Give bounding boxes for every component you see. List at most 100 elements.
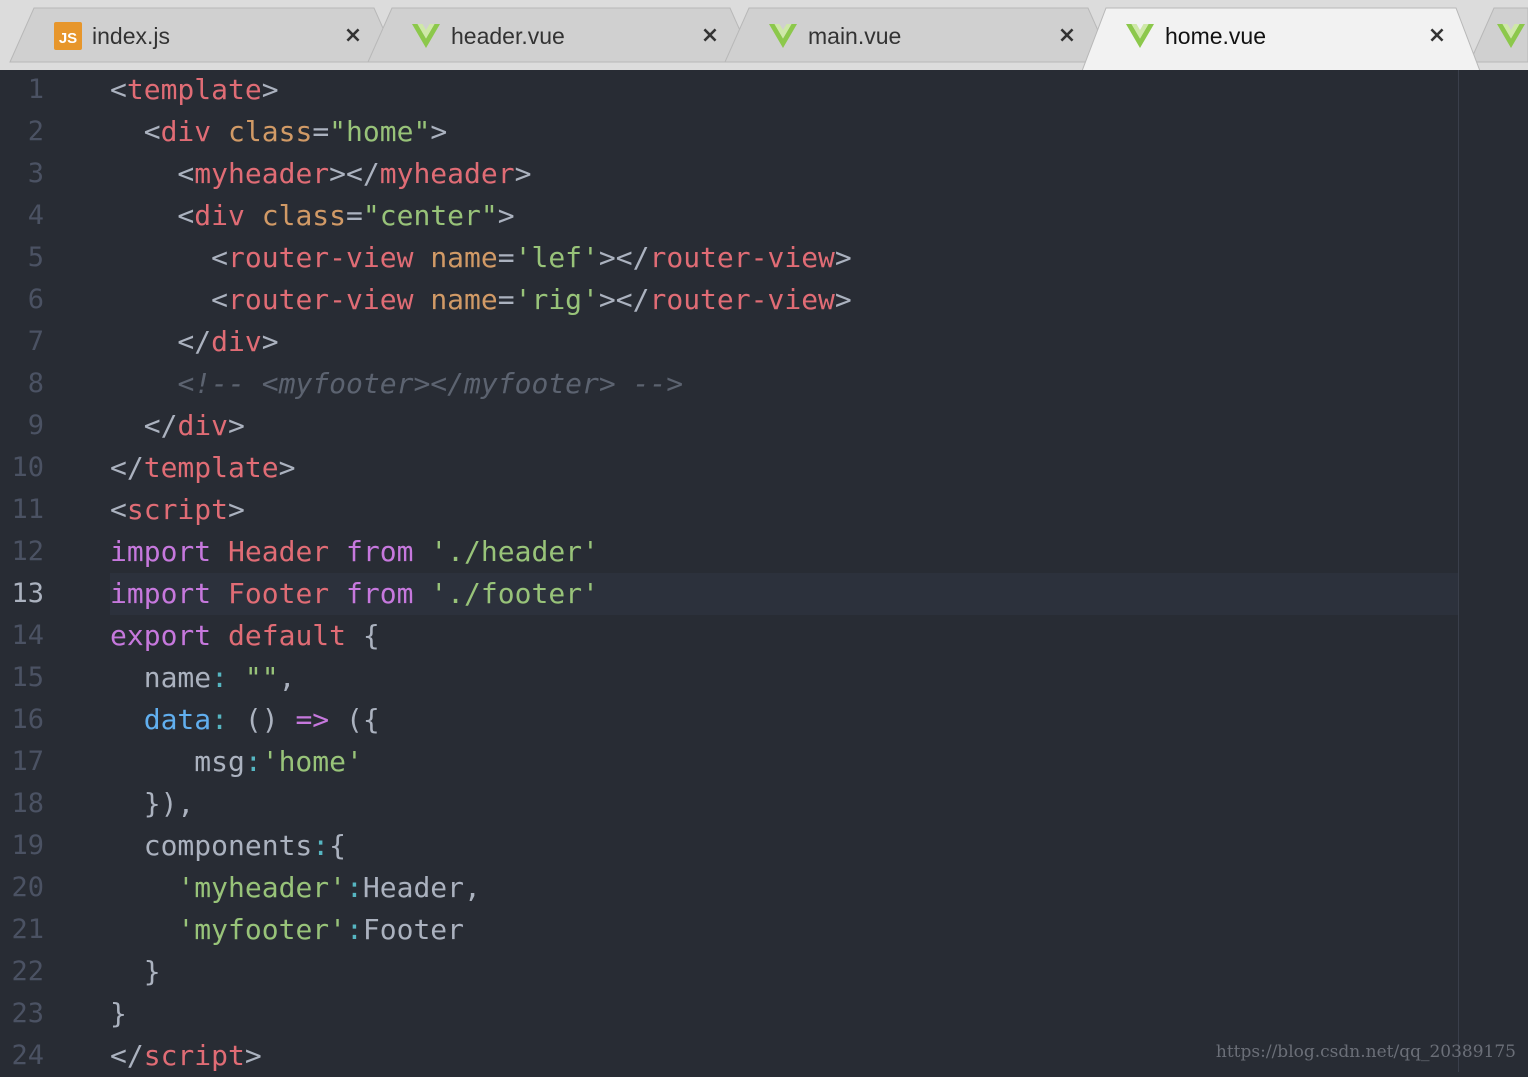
line-number: 9 [27, 410, 44, 441]
code-token: > [261, 325, 279, 358]
code-line[interactable]: <myheader></myheader> [110, 153, 531, 195]
line-number: 15 [11, 662, 44, 693]
close-icon[interactable]: × [1054, 22, 1080, 48]
code-token: </ [110, 451, 144, 484]
tab-main-vue[interactable]: main.vue [768, 18, 901, 54]
code-line[interactable]: name: "", [110, 657, 296, 699]
code-token: Header, [362, 871, 481, 904]
code-token: > [834, 283, 852, 316]
code-line[interactable]: <script> [110, 489, 245, 531]
code-token: msg [110, 745, 245, 778]
code-line[interactable]: <router-view name='lef'></router-view> [110, 237, 852, 279]
code-token: div [160, 115, 212, 148]
code-token: = [346, 199, 363, 232]
code-line[interactable]: 'myfooter':Footer [110, 909, 464, 951]
line-number: 13 [11, 578, 44, 609]
tab-home-vue[interactable]: home.vue [1125, 18, 1266, 54]
js-file-icon: JS [54, 22, 82, 50]
code-line[interactable]: import Header from './header' [110, 531, 599, 573]
tab-overflow[interactable] [1496, 18, 1528, 54]
code-token: myheader [194, 157, 330, 190]
code-token: "" [244, 661, 279, 694]
code-line[interactable]: msg:'home' [110, 741, 363, 783]
close-icon[interactable]: × [340, 22, 366, 48]
code-token: 'lef' [514, 241, 599, 274]
close-icon[interactable]: × [697, 22, 723, 48]
code-token: > [261, 73, 279, 106]
code-line[interactable]: export default { [110, 615, 380, 657]
code-token: Header [228, 535, 330, 568]
code-token: script [126, 493, 229, 526]
close-icon[interactable]: × [1424, 22, 1450, 48]
code-token: div [177, 409, 229, 442]
code-token: > [244, 1039, 262, 1072]
code-token: class [228, 115, 313, 148]
code-token: ({ [329, 703, 380, 736]
tab-label: main.vue [808, 22, 902, 49]
vue-file-icon [769, 24, 797, 48]
vue-file-icon [1497, 24, 1525, 48]
code-line[interactable]: 'myheader':Header, [110, 867, 481, 909]
code-token: < [110, 493, 127, 526]
code-line[interactable]: } [110, 993, 127, 1035]
line-number: 11 [11, 494, 44, 525]
code-token: name [430, 283, 498, 316]
tab-label: header.vue [451, 22, 565, 49]
code-token: > [228, 493, 245, 526]
code-token: ></ [598, 283, 650, 316]
code-token: ></ [598, 241, 650, 274]
code-line[interactable]: }), [110, 783, 195, 825]
code-token: > [278, 451, 296, 484]
code-token: Footer [228, 577, 330, 610]
code-token: 'home' [261, 745, 363, 778]
code-line[interactable]: components:{ [110, 825, 346, 867]
code-token: div [211, 325, 262, 358]
code-editor[interactable]: 1 2 3 4 5 6 7 8 9 10 11 12 13 14 15 16 17 18 19 20 21 22 23 24 … [0, 70, 1528, 1072]
code-token: => [295, 703, 330, 736]
code-line[interactable]: <div class="home"> [110, 111, 447, 153]
code-token: router-view [228, 283, 414, 316]
code-line[interactable]: import Footer from './footer' [110, 573, 599, 615]
code-token: from [346, 577, 414, 610]
code-token: < [110, 157, 195, 190]
code-line[interactable]: </script> [110, 1035, 262, 1077]
code-token: export [110, 619, 212, 652]
code-line[interactable]: <router-view name='rig'></router-view> [110, 279, 852, 321]
code-line[interactable]: } [110, 951, 161, 993]
code-line[interactable]: <div class="center"> [110, 195, 515, 237]
code-token: > [228, 409, 245, 442]
code-token: > [834, 241, 852, 274]
code-line[interactable]: data: () => ({ [110, 699, 380, 741]
tab-index-js[interactable]: JS index.js [54, 18, 170, 54]
code-token: router-view [649, 283, 835, 316]
code-line[interactable]: </div> [110, 405, 245, 447]
line-number: 6 [27, 284, 44, 315]
tab-label: index.js [92, 22, 170, 49]
line-number: 8 [27, 368, 44, 399]
code-token: </ [110, 325, 212, 358]
code-line[interactable]: <template> [110, 69, 279, 111]
code-token: import [110, 535, 212, 568]
line-number: 12 [11, 536, 44, 567]
code-token: 'myheader' [177, 871, 347, 904]
code-token: { [346, 619, 380, 652]
line-number: 22 [11, 956, 44, 987]
code-token: > [497, 199, 515, 232]
code-line[interactable]: <!-- <myfooter></myfooter> --> [110, 363, 683, 405]
code-token: : [346, 871, 363, 904]
code-token: from [346, 535, 414, 568]
tab-header-vue[interactable]: header.vue [411, 18, 565, 54]
line-number: 23 [11, 998, 44, 1029]
code-token: > [430, 115, 448, 148]
code-line[interactable]: </template> [110, 447, 295, 489]
code-line[interactable]: </div> [110, 321, 279, 363]
